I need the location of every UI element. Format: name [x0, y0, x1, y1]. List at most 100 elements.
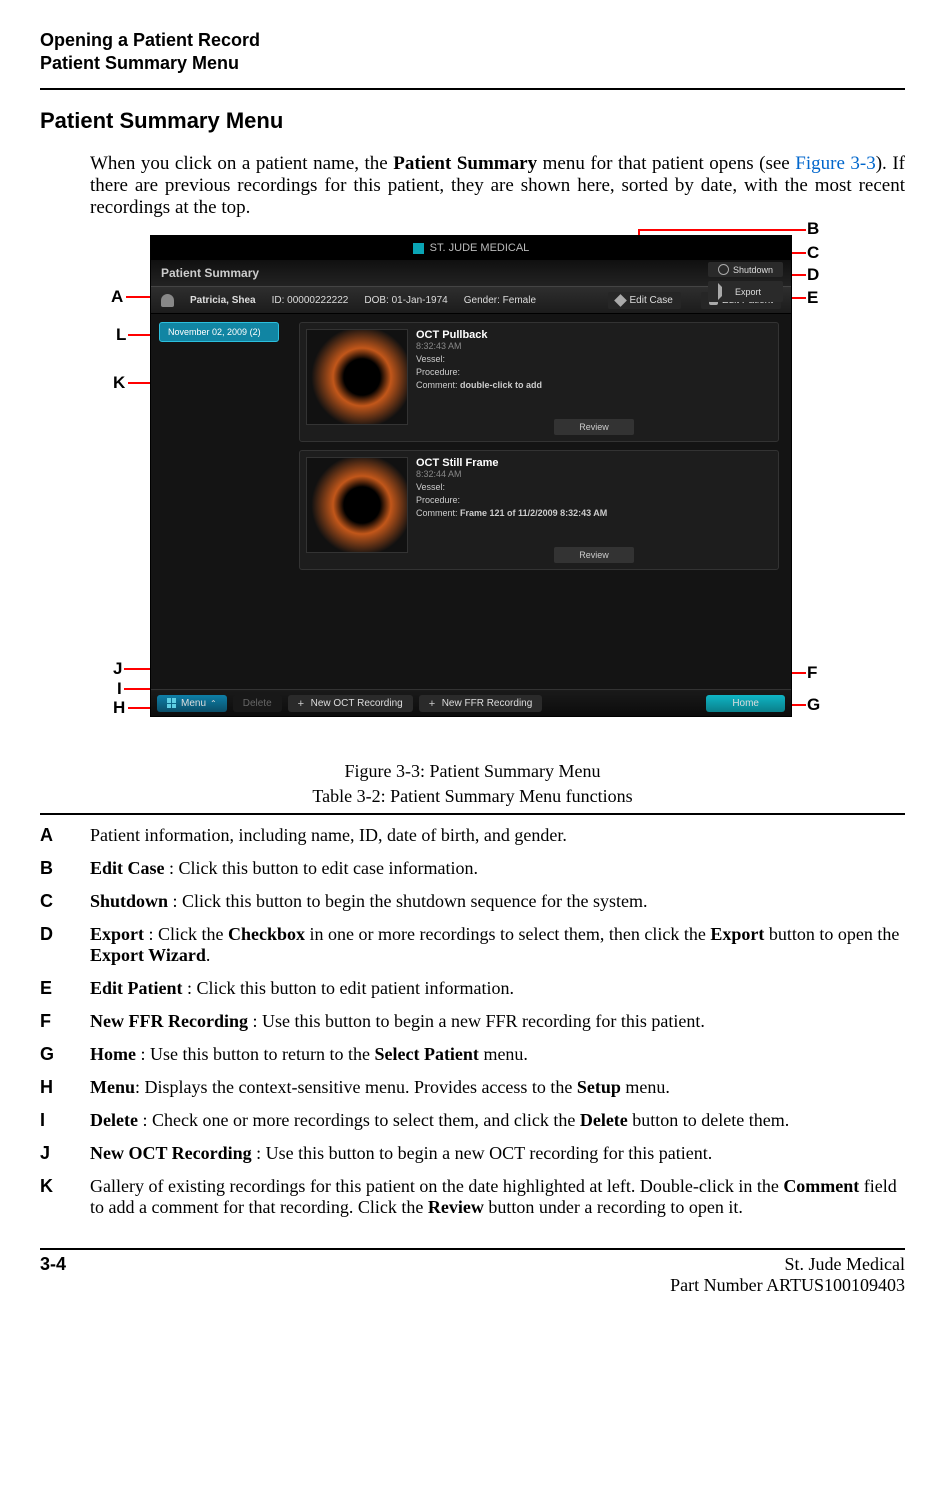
- callout-A: A: [110, 287, 124, 307]
- home-button[interactable]: Home: [706, 695, 785, 712]
- row-label: D: [40, 924, 90, 966]
- shutdown-label: Shutdown: [733, 265, 773, 275]
- callout-B: B: [806, 219, 820, 239]
- export-label: Export: [735, 287, 761, 297]
- recording-thumbnail: [306, 457, 408, 553]
- patient-info-bar: Patricia, Shea ID: 00000222222 DOB: 01-J…: [151, 286, 791, 314]
- table-row: FNew FFR Recording : Use this button to …: [40, 1011, 905, 1032]
- callout-C: C: [806, 243, 820, 263]
- row-desc: Gallery of existing recordings for this …: [90, 1176, 905, 1218]
- edit-case-label: Edit Case: [629, 295, 672, 306]
- dob-value: 01-Jan-1974: [392, 295, 448, 306]
- table-rule: [40, 813, 905, 815]
- row-desc: Delete : Check one or more recordings to…: [90, 1110, 905, 1131]
- gender-value: Female: [503, 295, 536, 306]
- recording-card[interactable]: OCT Pullback 8:32:43 AM Vessel: Procedur…: [299, 322, 779, 442]
- page-title: Patient Summary: [161, 266, 259, 280]
- rec-time: 8:32:44 AM: [416, 469, 772, 479]
- table-row: APatient information, including name, ID…: [40, 825, 905, 846]
- callout-E: E: [806, 288, 819, 308]
- recording-thumbnail: [306, 329, 408, 425]
- review-button[interactable]: Review: [554, 547, 634, 563]
- row-desc: New OCT Recording : Use this button to b…: [90, 1143, 905, 1164]
- bottom-toolbar: Menu ⌃ Delete New OCT Recording New FFR …: [151, 689, 791, 716]
- shutdown-button[interactable]: Shutdown: [708, 262, 783, 277]
- brand-bar: ST. JUDE MEDICAL: [151, 236, 791, 260]
- brand-text: ST. JUDE MEDICAL: [430, 242, 530, 254]
- export-button[interactable]: Export: [708, 281, 783, 302]
- dob-label: DOB:: [364, 295, 388, 306]
- rec-vessel: Vessel:: [416, 354, 772, 364]
- edit-case-button[interactable]: Edit Case: [608, 292, 680, 309]
- rec-comment-l: Comment:: [416, 508, 458, 518]
- row-label: J: [40, 1143, 90, 1164]
- row-label: K: [40, 1176, 90, 1218]
- date-column: November 02, 2009 (2): [151, 314, 287, 674]
- row-desc: New FFR Recording : Use this button to b…: [90, 1011, 905, 1032]
- callout-J: J: [112, 659, 123, 679]
- menu-label: Menu: [181, 698, 206, 709]
- callout-line-Bh: [638, 229, 806, 231]
- rec-title: OCT Pullback: [416, 329, 772, 341]
- date-chip[interactable]: November 02, 2009 (2): [159, 322, 279, 342]
- row-label: B: [40, 858, 90, 879]
- recordings-list: OCT Pullback 8:32:43 AM Vessel: Procedur…: [287, 314, 791, 674]
- date-chip-count: (2): [250, 327, 261, 337]
- footer-company: St. Jude Medical: [785, 1254, 905, 1274]
- screenshot: ST. JUDE MEDICAL Shutdown Export Patient…: [150, 235, 792, 717]
- row-desc: Edit Patient : Click this button to edit…: [90, 978, 905, 999]
- intro-text-c: menu for that patient opens (see: [537, 153, 795, 174]
- figure-caption: Figure 3-3: Patient Summary Menu: [40, 761, 905, 782]
- person-icon: [161, 294, 174, 307]
- table-row: IDelete : Check one or more recordings t…: [40, 1110, 905, 1131]
- figure-crossref[interactable]: Figure 3-3: [795, 153, 875, 174]
- new-ffr-label: New FFR Recording: [442, 698, 533, 709]
- intro-bold: Patient Summary: [393, 153, 537, 174]
- menu-button[interactable]: Menu ⌃: [157, 695, 227, 712]
- delete-button[interactable]: Delete: [233, 695, 282, 712]
- page-footer: 3-4 St. Jude Medical Part Number ARTUS10…: [40, 1254, 905, 1296]
- new-ffr-button[interactable]: New FFR Recording: [419, 695, 543, 712]
- row-desc: Menu: Displays the context-sensitive men…: [90, 1077, 905, 1098]
- recording-card[interactable]: OCT Still Frame 8:32:44 AM Vessel: Proce…: [299, 450, 779, 570]
- chevron-up-icon: ⌃: [210, 699, 217, 708]
- rec-vessel: Vessel:: [416, 482, 772, 492]
- review-button[interactable]: Review: [554, 419, 634, 435]
- table-row: HMenu: Displays the context-sensitive me…: [40, 1077, 905, 1098]
- callout-K: K: [112, 373, 126, 393]
- row-label: F: [40, 1011, 90, 1032]
- menu-grid-icon: [167, 698, 177, 708]
- rec-proc: Procedure:: [416, 367, 772, 377]
- plus-icon: [429, 699, 438, 708]
- table-row: CShutdown : Click this button to begin t…: [40, 891, 905, 912]
- table-row: DExport : Click the Checkbox in one or m…: [40, 924, 905, 966]
- row-label: C: [40, 891, 90, 912]
- row-label: E: [40, 978, 90, 999]
- rec-title: OCT Still Frame: [416, 457, 772, 469]
- power-icon: [718, 264, 729, 275]
- rec-proc: Procedure:: [416, 495, 772, 505]
- row-desc: Export : Click the Checkbox in one or mo…: [90, 924, 905, 966]
- date-chip-date: November 02, 2009: [168, 327, 247, 337]
- brand-icon: [413, 243, 424, 254]
- running-head-1: Opening a Patient Record: [40, 30, 905, 51]
- new-oct-button[interactable]: New OCT Recording: [288, 695, 413, 712]
- function-table: APatient information, including name, ID…: [40, 813, 905, 1218]
- footer-part: Part Number ARTUS100109403: [670, 1275, 905, 1295]
- row-label: A: [40, 825, 90, 846]
- rec-comment-v: double-click to add: [460, 380, 542, 390]
- figure-container: A L K B C D E F G J I H ST. JUDE MEDICAL…: [90, 225, 860, 755]
- rec-comment-v: Frame 121 of 11/2/2009 8:32:43 AM: [460, 508, 607, 518]
- row-label: G: [40, 1044, 90, 1065]
- callout-I: I: [116, 679, 123, 699]
- page-title-row: Patient Summary: [151, 260, 791, 286]
- footer-rule: [40, 1248, 905, 1250]
- row-label: H: [40, 1077, 90, 1098]
- callout-H: H: [112, 698, 126, 718]
- table-caption: Table 3-2: Patient Summary Menu function…: [40, 786, 905, 807]
- row-desc: Edit Case : Click this button to edit ca…: [90, 858, 905, 879]
- callout-D: D: [806, 265, 820, 285]
- row-desc: Patient information, including name, ID,…: [90, 825, 905, 846]
- table-row: JNew OCT Recording : Use this button to …: [40, 1143, 905, 1164]
- id-label: ID:: [272, 295, 285, 306]
